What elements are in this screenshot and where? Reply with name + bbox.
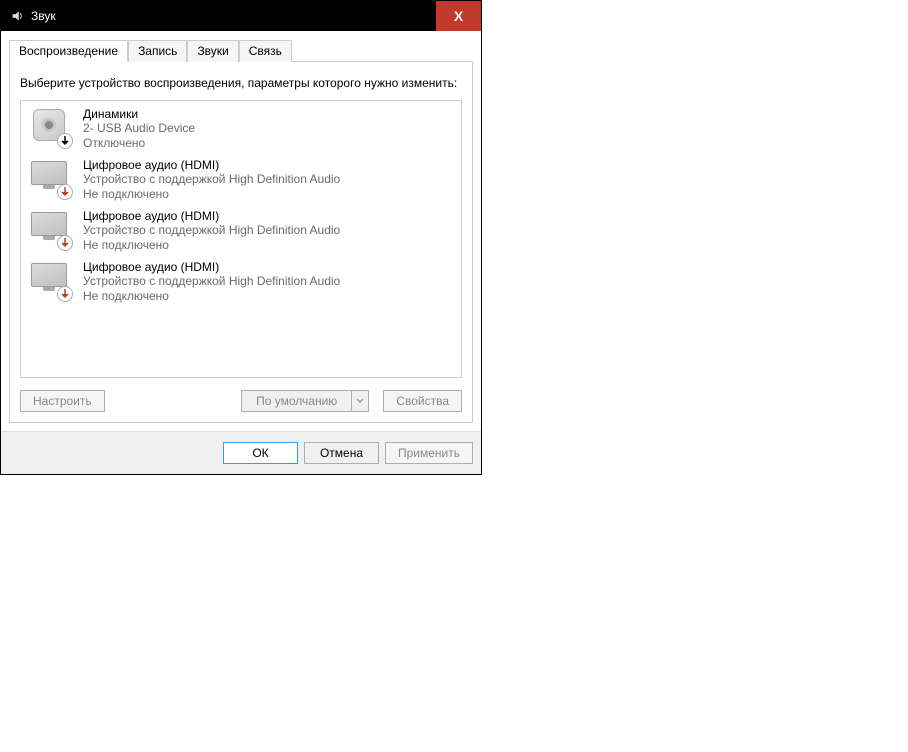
device-name: Цифровое аудио (HDMI) [83, 158, 340, 172]
device-desc: Устройство с поддержкой High Definition … [83, 223, 340, 238]
monitor-icon [29, 158, 75, 198]
dialog-footer: ОК Отмена Применить [1, 431, 481, 474]
dialog-body: Воспроизведение Запись Звуки Связь Выбер… [1, 31, 481, 431]
tab-communications[interactable]: Связь [239, 40, 292, 62]
device-item-speakers[interactable]: Динамики 2- USB Audio Device Отключено [23, 103, 459, 154]
configure-button[interactable]: Настроить [20, 390, 105, 412]
tab-recording[interactable]: Запись [128, 40, 187, 62]
ok-button[interactable]: ОК [223, 442, 298, 464]
device-desc: Устройство с поддержкой High Definition … [83, 274, 340, 289]
sound-dialog-window: Звук X Воспроизведение Запись Звуки Связ… [0, 0, 482, 475]
set-default-label: По умолчанию [242, 391, 352, 411]
device-text: Динамики 2- USB Audio Device Отключено [83, 107, 195, 150]
device-status: Отключено [83, 136, 195, 150]
device-name: Цифровое аудио (HDMI) [83, 209, 340, 223]
device-item-hdmi-3[interactable]: Цифровое аудио (HDMI) Устройство с подде… [23, 256, 459, 307]
close-icon: X [454, 8, 463, 24]
device-text: Цифровое аудио (HDMI) Устройство с подде… [83, 209, 340, 252]
tab-strip: Воспроизведение Запись Звуки Связь [9, 39, 473, 62]
titlebar[interactable]: Звук X [1, 1, 481, 31]
device-status: Не подключено [83, 289, 340, 303]
device-text: Цифровое аудио (HDMI) Устройство с подде… [83, 260, 340, 303]
cancel-button[interactable]: Отмена [304, 442, 379, 464]
chevron-down-icon[interactable] [352, 391, 368, 411]
tab-content-playback: Выберите устройство воспроизведения, пар… [9, 62, 473, 423]
arrow-down-icon [57, 133, 73, 149]
device-status: Не подключено [83, 187, 340, 201]
tab-sounds[interactable]: Звуки [187, 40, 238, 62]
close-button[interactable]: X [436, 1, 481, 31]
monitor-icon [29, 209, 75, 249]
apply-button[interactable]: Применить [385, 442, 473, 464]
sound-icon [9, 8, 25, 24]
device-desc: Устройство с поддержкой High Definition … [83, 172, 340, 187]
arrow-down-red-icon [57, 184, 73, 200]
set-default-button[interactable]: По умолчанию [241, 390, 369, 412]
arrow-down-red-icon [57, 235, 73, 251]
device-list[interactable]: Динамики 2- USB Audio Device Отключено Ц… [20, 100, 462, 378]
instruction-text: Выберите устройство воспроизведения, пар… [20, 76, 462, 92]
device-name: Цифровое аудио (HDMI) [83, 260, 340, 274]
device-desc: 2- USB Audio Device [83, 121, 195, 136]
device-status: Не подключено [83, 238, 340, 252]
tab-playback[interactable]: Воспроизведение [9, 40, 128, 62]
arrow-down-red-icon [57, 286, 73, 302]
device-name: Динамики [83, 107, 195, 121]
monitor-icon [29, 260, 75, 300]
window-title: Звук [31, 9, 56, 23]
device-item-hdmi-1[interactable]: Цифровое аудио (HDMI) Устройство с подде… [23, 154, 459, 205]
properties-button[interactable]: Свойства [383, 390, 462, 412]
device-text: Цифровое аудио (HDMI) Устройство с подде… [83, 158, 340, 201]
lower-button-row: Настроить По умолчанию Свойства [20, 390, 462, 412]
device-item-hdmi-2[interactable]: Цифровое аудио (HDMI) Устройство с подде… [23, 205, 459, 256]
speaker-icon [29, 107, 75, 147]
